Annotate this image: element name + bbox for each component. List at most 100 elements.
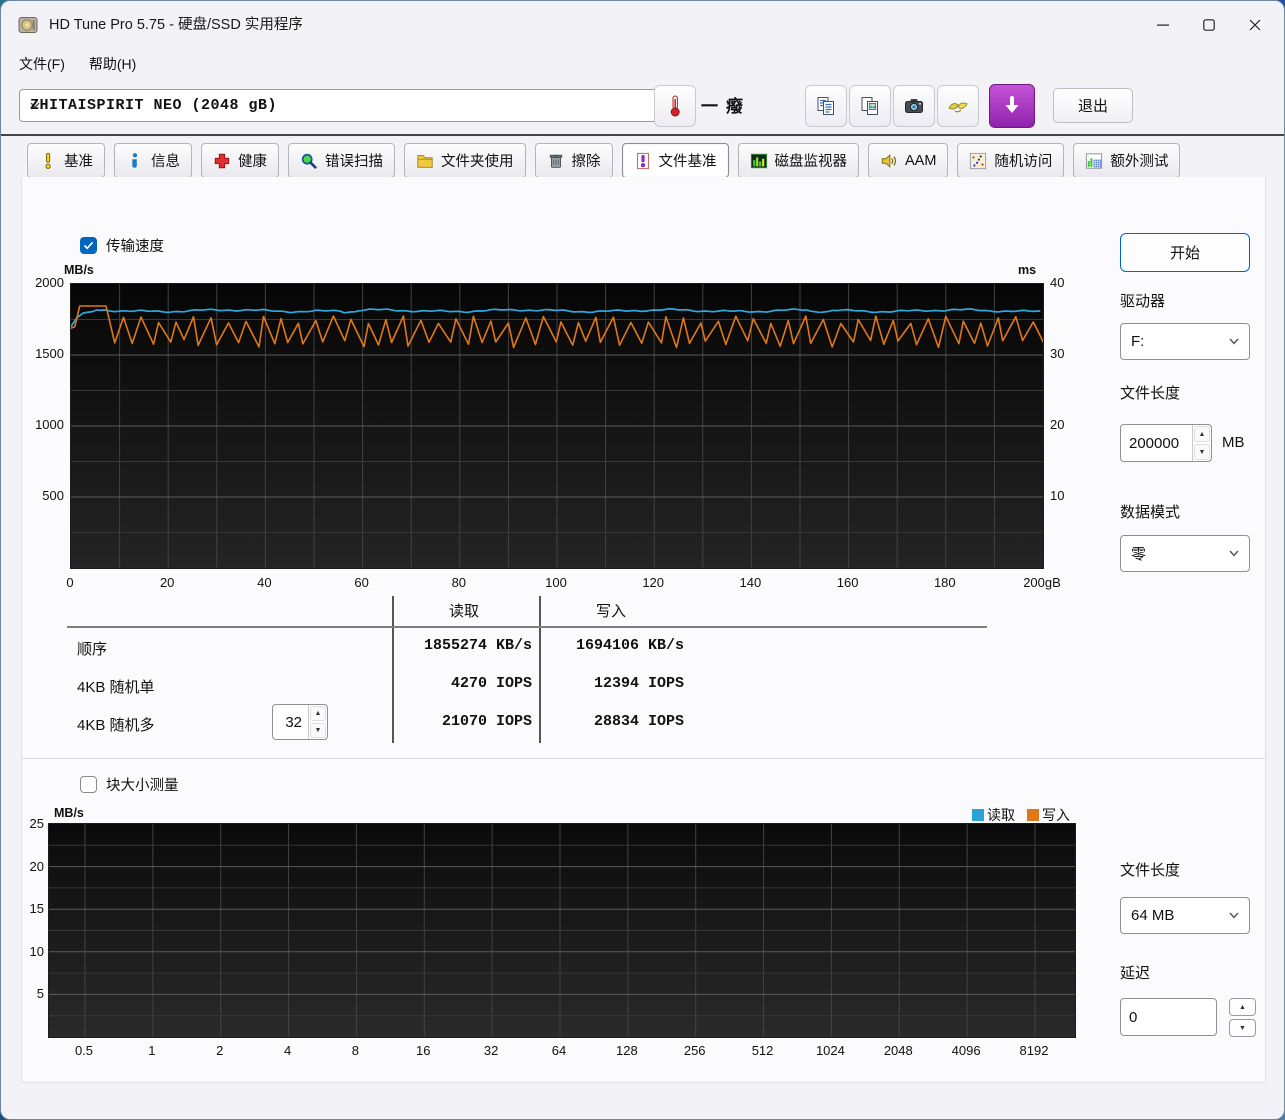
aam-icon — [880, 152, 898, 170]
spin-up-button[interactable]: ▲ — [310, 706, 326, 721]
axis-tick-label: 180 — [915, 575, 975, 590]
folder-usage-icon — [416, 152, 434, 170]
window-controls — [1140, 1, 1278, 49]
camera-icon — [903, 95, 925, 117]
file-length-spin-buttons: ▲ ▼ — [1192, 425, 1211, 461]
axis-tick-label: 20 — [1050, 417, 1080, 432]
chevron-down-icon — [1229, 550, 1239, 557]
axis-tick-label: 30 — [1050, 346, 1080, 361]
tab-info[interactable]: 信息 — [114, 143, 192, 178]
queue-depth-value: 32 — [273, 705, 308, 739]
delay-spin-down-button[interactable]: ▼ — [1229, 1019, 1256, 1037]
spin-up-button[interactable]: ▲ — [1194, 426, 1210, 442]
legend-label: 写入 — [1042, 805, 1070, 825]
check-icon — [83, 241, 94, 250]
temperature-value: 一 — [701, 92, 718, 118]
drive-dropdown[interactable]: F: — [1120, 323, 1250, 360]
axis-tick-label: 64 — [529, 1043, 589, 1058]
data-mode-label: 数据模式 — [1120, 501, 1180, 522]
axis-tick-label: 8192 — [1004, 1043, 1064, 1058]
close-button[interactable] — [1232, 1, 1278, 49]
spin-down-button[interactable]: ▼ — [310, 723, 326, 738]
temperature-display: 一 癈 — [701, 92, 761, 118]
menu-help[interactable]: 帮助(H) — [79, 51, 146, 77]
transfer-speed-chart — [70, 283, 1044, 569]
file-length-value: 200000 — [1121, 425, 1192, 461]
copy-text-button[interactable] — [805, 85, 847, 127]
exit-button[interactable]: 退出 — [1053, 88, 1133, 123]
axis-tick-label: 5 — [24, 986, 44, 1001]
axis-tick-label: 80 — [429, 575, 489, 590]
menu-file[interactable]: 文件(F) — [9, 51, 75, 77]
legend-swatch — [972, 809, 984, 821]
axis-tick-label: 25 — [24, 816, 44, 831]
block-file-length-value: 64 MB — [1131, 907, 1174, 924]
block-file-length-label: 文件长度 — [1120, 859, 1180, 880]
screenshot-button[interactable] — [893, 85, 935, 127]
drive-label: 驱动器 — [1120, 290, 1165, 311]
hands-icon — [947, 95, 969, 117]
axis-tick-label: 4 — [258, 1043, 318, 1058]
axis-tick-label: 10 — [24, 944, 44, 959]
temperature-button[interactable] — [654, 85, 696, 127]
tab-strip: 基准信息健康错误扫描 文件夹使用 擦除文件基准磁盘监视器AAM 随机访问 额外测试 — [27, 143, 1274, 176]
chart1-y-right-unit: ms — [1018, 263, 1036, 277]
block-size-checkbox[interactable] — [80, 776, 97, 793]
tab-benchmark[interactable]: 基准 — [27, 143, 105, 178]
legend-item: 写入 — [1027, 805, 1070, 825]
axis-tick-label: 2 — [190, 1043, 250, 1058]
tab-label: 文件夹使用 — [441, 150, 514, 171]
row-label-sequential: 顺序 — [77, 638, 107, 659]
chart1-y-left-unit: MB/s — [64, 263, 94, 277]
axis-tick-label: 40 — [1050, 275, 1080, 290]
table-header-rule — [67, 626, 987, 628]
transfer-speed-checkbox[interactable] — [80, 237, 97, 254]
donate-button[interactable] — [937, 85, 979, 127]
tab-extra-tests[interactable]: 额外测试 — [1073, 143, 1180, 178]
delay-input[interactable]: 0 — [1120, 998, 1217, 1036]
drive-selector-dropdown[interactable]: ZHITAISPIRIT NEO (2048 gB) — [19, 89, 657, 122]
delay-spin-up-button[interactable]: ▲ — [1229, 998, 1256, 1016]
tab-aam[interactable]: AAM — [868, 143, 948, 178]
tab-folder-usage[interactable]: 文件夹使用 — [404, 143, 526, 178]
tab-label: 额外测试 — [1110, 150, 1168, 171]
block-size-checkbox-row: 块大小测量 — [80, 774, 179, 795]
copy-image-button[interactable] — [849, 85, 891, 127]
tab-file-benchmark[interactable]: 文件基准 — [622, 143, 729, 178]
tab-random-access[interactable]: 随机访问 — [957, 143, 1064, 178]
data-mode-dropdown[interactable]: 零 — [1120, 535, 1250, 572]
hd-tune-window: HD Tune Pro 5.75 - 硬盘/SSD 实用程序 文件(F) 帮助(… — [0, 0, 1285, 1120]
delay-label: 延迟 — [1120, 962, 1150, 983]
maximize-button[interactable] — [1186, 1, 1232, 49]
row-label-4kb-single: 4KB 随机单 — [77, 676, 155, 697]
tab-health[interactable]: 健康 — [201, 143, 279, 178]
read-column-header: 读取 — [449, 600, 479, 621]
axis-tick-label: 120 — [623, 575, 683, 590]
menu-bar: 文件(F) 帮助(H) — [1, 49, 1284, 79]
tab-disk-monitor[interactable]: 磁盘监视器 — [738, 143, 860, 178]
axis-tick-label: 2048 — [868, 1043, 928, 1058]
thermometer-icon — [665, 94, 685, 118]
minimize-button[interactable] — [1140, 1, 1186, 49]
start-button[interactable]: 开始 — [1120, 233, 1250, 272]
axis-tick-label: 40 — [234, 575, 294, 590]
sequential-write-value: 1694106 KB/s — [504, 637, 684, 654]
desktop: HD Tune Pro 5.75 - 硬盘/SSD 实用程序 文件(F) 帮助(… — [0, 0, 1285, 1120]
save-results-button[interactable] — [989, 84, 1035, 128]
toolbar: ZHITAISPIRIT NEO (2048 gB) 一 癈 — [1, 79, 1284, 134]
extra-tests-icon — [1085, 152, 1103, 170]
tab-error-scan[interactable]: 错误扫描 — [288, 143, 395, 178]
download-arrow-icon — [1001, 95, 1023, 117]
axis-tick-label: 512 — [733, 1043, 793, 1058]
tab-erase[interactable]: 擦除 — [535, 143, 613, 178]
section-divider — [22, 758, 1265, 759]
queue-depth-spinner[interactable]: 32 ▲ ▼ — [272, 704, 328, 740]
row-label-4kb-multi: 4KB 随机多 — [77, 714, 155, 735]
file-length-spinner[interactable]: 200000 ▲ ▼ — [1120, 424, 1212, 462]
block-file-length-dropdown[interactable]: 64 MB — [1120, 897, 1250, 934]
hdd-app-icon — [17, 14, 39, 36]
spin-down-button[interactable]: ▼ — [1194, 444, 1210, 460]
axis-tick-label: 1 — [122, 1043, 182, 1058]
tab-label: 擦除 — [572, 150, 601, 171]
random-access-icon — [969, 152, 987, 170]
